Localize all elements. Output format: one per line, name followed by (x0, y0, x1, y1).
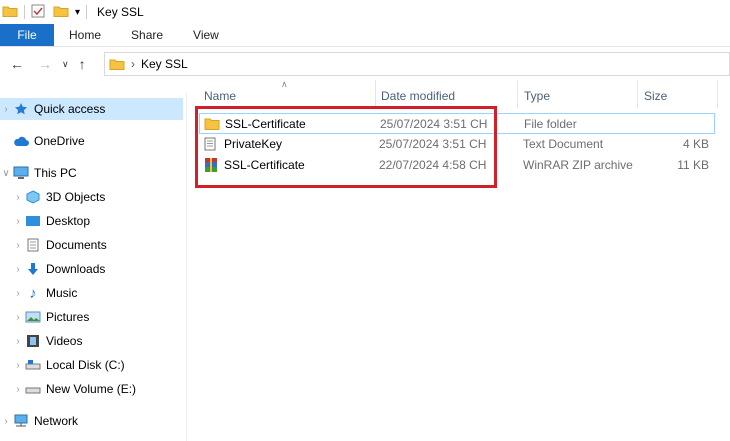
document-icon (24, 237, 42, 253)
drive-icon (24, 357, 42, 373)
navigation-pane: › Quick access OneDrive ∨ This PC › 3D O… (0, 92, 187, 441)
sidebar-item-label: Music (46, 286, 78, 300)
sidebar-item-label: Desktop (46, 214, 91, 228)
chevron-right-icon[interactable]: › (12, 360, 24, 371)
file-type: Text Document (523, 137, 604, 151)
column-header-size[interactable]: Size (644, 82, 714, 110)
cube-icon (24, 189, 42, 205)
sidebar-item-label: Documents (46, 238, 107, 252)
desktop-icon (24, 213, 42, 229)
sidebar-item-onedrive[interactable]: OneDrive (0, 130, 186, 152)
sidebar-item-3d-objects[interactable]: › 3D Objects (12, 186, 186, 208)
sidebar-item-label: 3D Objects (46, 190, 106, 204)
column-label: Date modified (381, 89, 456, 103)
drive-icon (24, 381, 42, 397)
sidebar-item-label: Quick access (34, 102, 106, 116)
computer-icon (12, 165, 30, 181)
column-header-type[interactable]: Type (524, 82, 634, 110)
column-divider[interactable] (517, 80, 518, 108)
tab-home[interactable]: Home (54, 28, 116, 42)
column-divider[interactable] (375, 80, 376, 108)
sidebar-item-this-pc[interactable]: ∨ This PC (0, 162, 186, 184)
sidebar-item-label: Pictures (46, 310, 90, 324)
cloud-icon (12, 133, 30, 149)
sidebar-item-label: Network (34, 414, 79, 428)
sidebar-item-quick-access[interactable]: › Quick access (0, 98, 183, 120)
highlight-box (195, 106, 497, 188)
column-divider[interactable] (637, 80, 638, 108)
chevron-right-icon[interactable]: › (12, 264, 24, 275)
sidebar-item-desktop[interactable]: › Desktop (12, 210, 186, 232)
chevron-right-icon[interactable]: › (12, 216, 24, 227)
chevron-right-icon[interactable]: › (0, 416, 12, 427)
recent-locations-chevron-icon[interactable]: ∨ (62, 59, 69, 70)
chevron-right-icon[interactable]: › (12, 312, 24, 323)
film-icon (24, 333, 42, 349)
sidebar-item-documents[interactable]: › Documents (12, 234, 186, 256)
tab-file[interactable]: File (0, 24, 54, 46)
tab-view[interactable]: View (178, 28, 234, 42)
up-arrow-icon[interactable]: ↑ (79, 56, 86, 72)
column-label: Type (524, 89, 551, 103)
title-bar: ▾ Key SSL (0, 0, 730, 24)
properties-icon[interactable] (31, 4, 45, 21)
sidebar-item-label: New Volume (E:) (46, 382, 137, 396)
chevron-down-icon[interactable]: ∨ (0, 168, 12, 179)
sidebar-item-music[interactable]: › ♪ Music (12, 282, 186, 304)
toolbar-divider (24, 5, 25, 19)
sidebar-item-downloads[interactable]: › Downloads (12, 258, 186, 280)
file-size: 11 KB (677, 158, 709, 172)
forward-arrow-icon[interactable]: → (38, 56, 52, 72)
chevron-right-icon[interactable]: › (12, 240, 24, 251)
chevron-right-icon[interactable]: › (0, 104, 12, 115)
network-icon (12, 413, 30, 429)
star-icon (12, 101, 30, 117)
nav-buttons: ← → ∨ ↑ (10, 56, 86, 72)
toolbar-divider (86, 5, 88, 19)
customize-toolbar-icon[interactable]: ▾ (75, 7, 80, 18)
folder-icon (109, 57, 125, 71)
navigation-bar: ← → ∨ ↑ › Key SSL (0, 52, 730, 76)
sidebar-item-label: This PC (34, 166, 77, 180)
sort-ascending-icon: ∧ (281, 79, 288, 89)
chevron-right-icon[interactable]: › (12, 288, 24, 299)
ribbon-tabs: File Home Share View (0, 24, 730, 47)
sidebar-item-pictures[interactable]: › Pictures (12, 306, 186, 328)
breadcrumb-key-ssl[interactable]: Key SSL (141, 57, 188, 71)
sidebar-item-network[interactable]: › Network (0, 410, 186, 432)
file-type: WinRAR ZIP archive (523, 158, 633, 172)
sidebar-item-label: OneDrive (34, 134, 85, 148)
breadcrumb-separator[interactable]: › (131, 57, 135, 71)
chevron-right-icon[interactable]: › (12, 192, 24, 203)
sidebar-item-label: Local Disk (C:) (46, 358, 125, 372)
file-type: File folder (524, 117, 577, 131)
quick-access-toolbar: ▾ (2, 4, 93, 21)
new-folder-icon[interactable] (53, 4, 69, 21)
download-arrow-icon (24, 261, 42, 277)
sidebar-item-new-volume-e[interactable]: › New Volume (E:) (12, 378, 186, 400)
sidebar-item-label: Downloads (46, 262, 106, 276)
column-divider[interactable] (717, 80, 718, 108)
window-title: Key SSL (97, 5, 144, 19)
column-label: Name (204, 89, 237, 103)
file-size: 4 KB (682, 137, 709, 151)
back-arrow-icon[interactable]: ← (10, 56, 24, 72)
folder-icon[interactable] (2, 4, 18, 21)
tab-share[interactable]: Share (116, 28, 178, 42)
sidebar-item-videos[interactable]: › Videos (12, 330, 186, 352)
picture-icon (24, 309, 42, 325)
sidebar-item-label: Videos (46, 334, 83, 348)
column-label: Size (644, 89, 668, 103)
chevron-right-icon[interactable]: › (12, 384, 24, 395)
sidebar-item-local-disk-c[interactable]: › Local Disk (C:) (12, 354, 186, 376)
music-note-icon: ♪ (29, 284, 37, 302)
chevron-right-icon[interactable]: › (12, 336, 24, 347)
address-bar[interactable]: › Key SSL (104, 52, 730, 76)
